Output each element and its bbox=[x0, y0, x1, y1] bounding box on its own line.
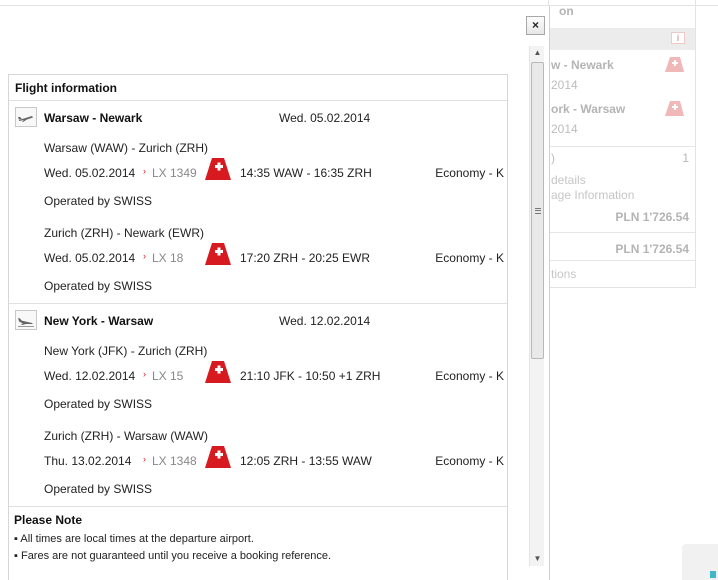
summary-date-outbound: 2014 bbox=[551, 78, 578, 92]
price-total: PLN 1'726.54 bbox=[615, 242, 689, 256]
note-title: Please Note bbox=[14, 513, 83, 527]
swiss-tail-icon bbox=[665, 57, 684, 72]
segment-times: 17:20 ZRH - 20:25 EWR bbox=[240, 251, 371, 265]
segment-cabin: Economy - K bbox=[435, 454, 504, 468]
conditions-link[interactable]: tions bbox=[551, 267, 576, 281]
flight-segment: Zurich (ZRH) - Warsaw (WAW) Thu. 13.02.2… bbox=[9, 421, 507, 506]
operated-by: Operated by SWISS bbox=[44, 279, 153, 293]
segment-date: Wed. 12.02.2014 bbox=[44, 369, 136, 383]
segment-times: 21:10 JFK - 10:50 +1 ZRH bbox=[240, 369, 381, 383]
segment-date: Wed. 05.02.2014 bbox=[44, 166, 136, 180]
plane-landing-icon bbox=[15, 310, 37, 330]
close-button[interactable]: × bbox=[526, 16, 545, 35]
divider bbox=[549, 146, 695, 147]
panel-bar: i bbox=[549, 28, 695, 50]
flight-link-arrow-icon: › bbox=[143, 369, 146, 379]
flight-link-arrow-icon: › bbox=[143, 454, 146, 464]
flight-number-link[interactable]: LX 1348 bbox=[152, 454, 197, 468]
passenger-count: 1 bbox=[682, 151, 689, 165]
flight-number-link[interactable]: LX 1349 bbox=[152, 166, 197, 180]
price-subtotal: PLN 1'726.54 bbox=[615, 210, 689, 224]
route-date: Wed. 05.02.2014 bbox=[279, 111, 371, 125]
segment-date: Wed. 05.02.2014 bbox=[44, 251, 136, 265]
info-icon[interactable]: i bbox=[671, 32, 685, 44]
route-outbound: Warsaw - Newark Wed. 05.02.2014 Warsaw (… bbox=[9, 101, 507, 304]
flight-segment: Warsaw (WAW) - Zurich (ZRH) Wed. 05.02.2… bbox=[9, 133, 507, 218]
route-name: Warsaw - Newark bbox=[44, 111, 143, 125]
note-item: ▪ Fares are not guaranteed until you rec… bbox=[14, 550, 331, 562]
plane-takeoff-icon bbox=[15, 107, 37, 127]
segment-date: Thu. 13.02.2014 bbox=[44, 454, 132, 468]
swiss-tail-icon bbox=[205, 158, 231, 180]
scroll-up-icon[interactable]: ▲ bbox=[530, 46, 545, 60]
scrollbar[interactable]: ▲ ▼ bbox=[529, 46, 544, 566]
panel-title: Flight information bbox=[9, 75, 507, 101]
flight-number-link[interactable]: LX 15 bbox=[152, 369, 183, 383]
summary-route-inbound: ork - Warsaw bbox=[551, 102, 626, 116]
route-name: New York - Warsaw bbox=[44, 314, 154, 328]
scrollbar-thumb[interactable] bbox=[531, 62, 544, 359]
flight-number-link[interactable]: LX 18 bbox=[152, 251, 183, 265]
panel-header: on bbox=[559, 4, 574, 18]
segment-times: 14:35 WAW - 16:35 ZRH bbox=[240, 166, 372, 180]
segment-cabin: Economy - K bbox=[435, 166, 504, 180]
segment-times: 12:05 ZRH - 13:55 WAW bbox=[240, 454, 372, 468]
details-link[interactable]: details bbox=[551, 173, 586, 187]
operated-by: Operated by SWISS bbox=[44, 397, 153, 411]
flight-segment: Zurich (ZRH) - Newark (EWR) Wed. 05.02.2… bbox=[9, 218, 507, 303]
booking-summary-panel: on i w - Newark 2014 ork - Warsaw 2014 )… bbox=[548, 0, 696, 288]
segment-cabin: Economy - K bbox=[435, 369, 504, 383]
flight-segment: New York (JFK) - Zurich (ZRH) Wed. 12.02… bbox=[9, 336, 507, 421]
summary-date-inbound: 2014 bbox=[551, 122, 578, 136]
operated-by: Operated by SWISS bbox=[44, 482, 153, 496]
swiss-tail-icon bbox=[205, 446, 231, 468]
scroll-down-icon[interactable]: ▼ bbox=[530, 552, 545, 566]
note-item: ▪ All times are local times at the depar… bbox=[14, 533, 254, 545]
segment-airports: Zurich (ZRH) - Newark (EWR) bbox=[44, 226, 204, 240]
please-note-section: Please Note ▪ All times are local times … bbox=[9, 507, 507, 565]
segment-cabin: Economy - K bbox=[435, 251, 504, 265]
passenger-count-label: ) bbox=[551, 151, 555, 165]
feedback-tab[interactable] bbox=[682, 544, 718, 580]
flight-information-dialog: × ▲ ▼ Flight information Warsaw - Newark… bbox=[0, 6, 550, 580]
operated-by: Operated by SWISS bbox=[44, 194, 153, 208]
segment-airports: New York (JFK) - Zurich (ZRH) bbox=[44, 344, 208, 358]
segment-airports: Zurich (ZRH) - Warsaw (WAW) bbox=[44, 429, 208, 443]
swiss-tail-icon bbox=[205, 361, 231, 383]
flight-link-arrow-icon: › bbox=[143, 251, 146, 261]
flight-link-arrow-icon: › bbox=[143, 166, 146, 176]
route-inbound: New York - Warsaw Wed. 12.02.2014 New Yo… bbox=[9, 304, 507, 507]
summary-route-outbound: w - Newark bbox=[551, 58, 614, 72]
swiss-tail-icon bbox=[205, 243, 231, 265]
swiss-tail-icon bbox=[665, 101, 684, 116]
route-date: Wed. 12.02.2014 bbox=[279, 314, 371, 328]
segment-airports: Warsaw (WAW) - Zurich (ZRH) bbox=[44, 141, 208, 155]
baggage-info-link[interactable]: age Information bbox=[551, 188, 634, 202]
divider bbox=[549, 260, 695, 261]
divider bbox=[549, 232, 695, 233]
flight-information-panel: Flight information Warsaw - Newark Wed. … bbox=[8, 74, 508, 580]
